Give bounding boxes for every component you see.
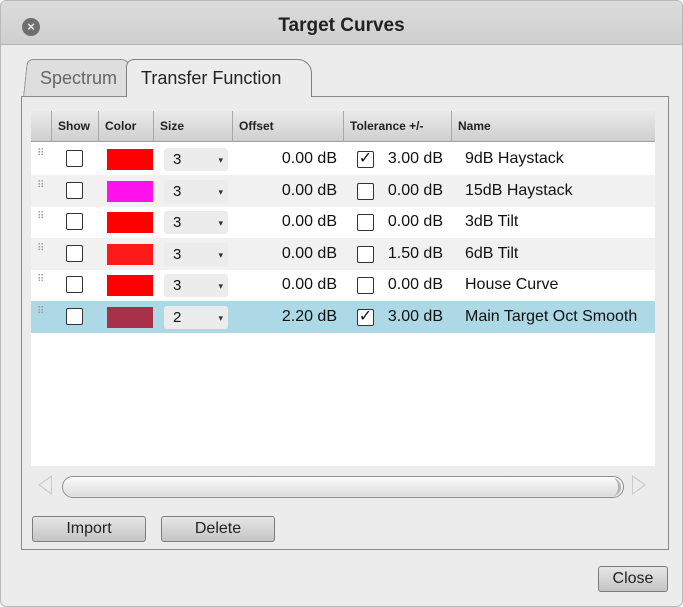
table-row[interactable]: ⠿ 3 ▾ 0.00 dB 0.00 dB House Curve xyxy=(31,269,655,301)
table-row[interactable]: ⠿ 3 ▾ 0.00 dB ✓ 3.00 dB 9dB Haystack xyxy=(31,143,655,175)
tolerance-value[interactable]: 0.00 dB xyxy=(381,175,443,207)
show-checkbox[interactable] xyxy=(66,213,83,230)
header-size[interactable]: Size xyxy=(153,111,232,142)
tab-spectrum-label: Spectrum xyxy=(40,68,118,88)
show-checkbox[interactable] xyxy=(66,276,83,293)
delete-button[interactable]: Delete xyxy=(161,516,275,542)
header-show[interactable]: Show xyxy=(51,111,98,142)
grip-icon[interactable]: ⠿ xyxy=(37,243,47,258)
size-dropdown[interactable]: 3 ▾ xyxy=(164,148,228,171)
offset-value[interactable]: 0.00 dB xyxy=(241,238,337,270)
tolerance-value[interactable]: 1.50 dB xyxy=(381,238,443,270)
size-dropdown[interactable]: 3 ▾ xyxy=(164,274,228,297)
curve-name[interactable]: 3dB Tilt xyxy=(465,206,518,238)
tolerance-value[interactable]: 0.00 dB xyxy=(381,206,443,238)
tolerance-checkbox[interactable]: ✓ xyxy=(357,151,374,168)
curve-name[interactable]: 9dB Haystack xyxy=(465,143,564,175)
show-checkbox[interactable] xyxy=(66,307,83,325)
header-tolerance[interactable]: Tolerance +/- xyxy=(343,111,451,142)
size-value: 3 xyxy=(173,151,182,168)
show-checkbox[interactable] xyxy=(66,150,83,167)
show-checkbox[interactable] xyxy=(66,181,83,199)
window-title: Target Curves xyxy=(278,15,405,36)
scroll-right-icon[interactable] xyxy=(632,475,646,495)
tab-spectrum[interactable]: Spectrum xyxy=(23,59,131,97)
grip-icon[interactable]: ⠿ xyxy=(37,212,47,226)
table-row[interactable]: ⠿ 2 ▾ 2.20 dB ✓ 3.00 dB Main Target Oct Smooth xyxy=(31,300,655,333)
tolerance-checkbox[interactable] xyxy=(357,245,374,263)
dropdown-arrow-icon: ▾ xyxy=(218,155,223,165)
tab-transfer-function[interactable]: Transfer Function xyxy=(126,59,312,97)
tolerance-value[interactable]: 3.00 dB xyxy=(381,301,443,333)
table-row[interactable]: ⠿ 3 ▾ 0.00 dB 0.00 dB 3dB Tilt xyxy=(31,206,655,238)
curve-name[interactable]: 6dB Tilt xyxy=(465,238,518,270)
target-curves-window: × Target Curves Spectrum Transfer Functi… xyxy=(0,0,683,607)
close-button[interactable]: Close xyxy=(598,566,668,592)
grip-icon[interactable]: ⠿ xyxy=(37,275,47,289)
transfer-function-panel: Show Color Size Offset Tolerance +/- Nam… xyxy=(21,96,669,550)
tolerance-value[interactable]: 3.00 dB xyxy=(381,143,443,175)
dropdown-arrow-icon: ▾ xyxy=(218,312,223,323)
horizontal-scrollbar[interactable] xyxy=(62,476,624,498)
tolerance-value[interactable]: 0.00 dB xyxy=(381,269,443,301)
color-swatch[interactable] xyxy=(107,149,153,170)
curve-name[interactable]: Main Target Oct Smooth xyxy=(465,301,637,333)
table-row[interactable]: ⠿ 3 ▾ 0.00 dB 0.00 dB 15dB Haystack xyxy=(31,174,655,207)
title-bar: × Target Curves xyxy=(1,1,682,45)
table-row[interactable]: ⠿ 3 ▾ 0.00 dB 1.50 dB 6dB Tilt xyxy=(31,237,655,270)
dropdown-arrow-icon: ▾ xyxy=(218,218,223,228)
header-grip xyxy=(31,111,51,142)
header-offset[interactable]: Offset xyxy=(232,111,343,142)
size-value: 3 xyxy=(173,277,182,294)
tab-transfer-function-label: Transfer Function xyxy=(141,68,282,88)
tolerance-checkbox[interactable]: ✓ xyxy=(357,308,374,326)
scrollbar-thumb[interactable] xyxy=(64,478,621,496)
curve-name[interactable]: 15dB Haystack xyxy=(465,175,573,207)
offset-value[interactable]: 0.00 dB xyxy=(241,175,337,207)
grip-icon[interactable]: ⠿ xyxy=(37,180,47,195)
dropdown-arrow-icon: ▾ xyxy=(218,249,223,260)
tolerance-checkbox[interactable] xyxy=(357,182,374,200)
offset-value[interactable]: 0.00 dB xyxy=(241,269,337,301)
header-name[interactable]: Name xyxy=(451,111,655,142)
header-color[interactable]: Color xyxy=(98,111,153,142)
grip-icon[interactable]: ⠿ xyxy=(37,149,47,163)
size-dropdown[interactable]: 3 ▾ xyxy=(164,179,228,203)
offset-value[interactable]: 2.20 dB xyxy=(241,301,337,333)
tolerance-checkbox[interactable] xyxy=(357,277,374,294)
dropdown-arrow-icon: ▾ xyxy=(218,281,223,291)
color-swatch[interactable] xyxy=(107,243,153,265)
grip-icon[interactable]: ⠿ xyxy=(37,306,47,321)
offset-value[interactable]: 0.00 dB xyxy=(241,206,337,238)
table-header: Show Color Size Offset Tolerance +/- Nam… xyxy=(31,111,655,142)
size-value: 3 xyxy=(173,245,182,263)
curve-name[interactable]: House Curve xyxy=(465,269,558,301)
scroll-left-icon[interactable] xyxy=(38,475,52,495)
color-swatch[interactable] xyxy=(107,275,153,296)
offset-value[interactable]: 0.00 dB xyxy=(241,143,337,175)
target-curves-table: Show Color Size Offset Tolerance +/- Nam… xyxy=(31,111,655,466)
color-swatch[interactable] xyxy=(107,306,153,328)
color-swatch[interactable] xyxy=(107,212,153,233)
size-value: 2 xyxy=(173,308,182,326)
size-value: 3 xyxy=(173,182,182,200)
show-checkbox[interactable] xyxy=(66,244,83,262)
dropdown-arrow-icon: ▾ xyxy=(218,186,223,197)
size-dropdown[interactable]: 3 ▾ xyxy=(164,211,228,234)
tolerance-checkbox[interactable] xyxy=(357,214,374,231)
color-swatch[interactable] xyxy=(107,180,153,202)
size-dropdown[interactable]: 2 ▾ xyxy=(164,305,228,329)
size-value: 3 xyxy=(173,214,182,231)
size-dropdown[interactable]: 3 ▾ xyxy=(164,242,228,266)
import-button[interactable]: Import xyxy=(32,516,146,542)
